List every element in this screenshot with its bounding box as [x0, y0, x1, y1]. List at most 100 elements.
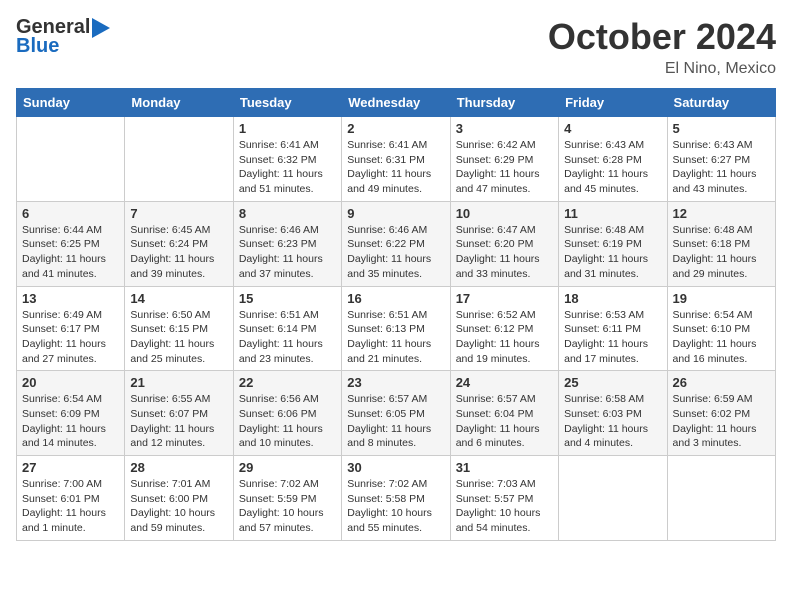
sunrise-text: Sunrise: 7:00 AM: [22, 478, 102, 490]
sunset-text: Sunset: 6:05 PM: [347, 408, 425, 420]
daylight-text: Daylight: 11 hours and 6 minutes.: [456, 423, 540, 450]
sunrise-text: Sunrise: 6:41 AM: [347, 139, 427, 151]
table-row: 6Sunrise: 6:44 AMSunset: 6:25 PMDaylight…: [17, 201, 125, 286]
header-sunday: Sunday: [17, 89, 125, 117]
daylight-text: Daylight: 11 hours and 27 minutes.: [22, 338, 106, 365]
table-row: 3Sunrise: 6:42 AMSunset: 6:29 PMDaylight…: [450, 117, 558, 202]
daylight-text: Daylight: 11 hours and 3 minutes.: [673, 423, 757, 450]
sunrise-text: Sunrise: 6:42 AM: [456, 139, 536, 151]
daylight-text: Daylight: 11 hours and 51 minutes.: [239, 168, 323, 195]
sunset-text: Sunset: 6:32 PM: [239, 154, 317, 166]
day-number: 13: [22, 291, 119, 306]
sunset-text: Sunset: 6:18 PM: [673, 238, 751, 250]
sunset-text: Sunset: 6:09 PM: [22, 408, 100, 420]
daylight-text: Daylight: 11 hours and 35 minutes.: [347, 253, 431, 280]
table-row: 16 Sunrise: 6:51 AMSunset: 6:13 PMDayligh…: [342, 286, 450, 371]
table-row: [17, 117, 125, 202]
sunset-text: Sunset: 6:13 PM: [347, 323, 425, 335]
sunset-text: Sunset: 6:02 PM: [673, 408, 751, 420]
page-header: General Blue October 2024 El Nino, Mexic…: [16, 16, 776, 78]
table-row: [125, 117, 233, 202]
table-row: 15Sunrise: 6:51 AMSunset: 6:14 PMDayligh…: [233, 286, 341, 371]
table-row: 31Sunrise: 7:03 AMSunset: 5:57 PMDayligh…: [450, 456, 558, 541]
daylight-text: Daylight: 11 hours and 41 minutes.: [22, 253, 106, 280]
day-number: 5: [673, 121, 770, 136]
sunset-text: Sunset: 6:24 PM: [130, 238, 208, 250]
day-number: 29: [239, 460, 336, 475]
daylight-text: Daylight: 10 hours and 55 minutes.: [347, 507, 432, 534]
day-number: 25: [564, 375, 661, 390]
table-row: 13Sunrise: 6:49 AMSunset: 6:17 PMDayligh…: [17, 286, 125, 371]
table-row: [667, 456, 775, 541]
day-detail: Sunrise: 6:43 AMSunset: 6:27 PMDaylight:…: [673, 138, 770, 197]
day-detail: Sunrise: 7:02 AMSunset: 5:58 PMDaylight:…: [347, 477, 444, 536]
calendar-header-row: Sunday Monday Tuesday Wednesday Thursday…: [17, 89, 776, 117]
sunrise-text: Sunrise: 7:01 AM: [130, 478, 210, 490]
sunset-text: Sunset: 6:06 PM: [239, 408, 317, 420]
sunset-text: Sunset: 6:17 PM: [22, 323, 100, 335]
day-detail: Sunrise: 7:02 AMSunset: 5:59 PMDaylight:…: [239, 477, 336, 536]
sunset-text: Sunset: 6:10 PM: [673, 323, 751, 335]
table-row: 5 Sunrise: 6:43 AMSunset: 6:27 PMDaylight…: [667, 117, 775, 202]
table-row: 24Sunrise: 6:57 AMSunset: 6:04 PMDayligh…: [450, 371, 558, 456]
sunrise-text: Sunrise: 6:50 AM: [130, 309, 210, 321]
table-row: 17 Sunrise: 6:52 AMSunset: 6:12 PMDayligh…: [450, 286, 558, 371]
daylight-text: Daylight: 11 hours and 10 minutes.: [239, 423, 323, 450]
table-row: 27Sunrise: 7:00 AMSunset: 6:01 PMDayligh…: [17, 456, 125, 541]
page-container: General Blue October 2024 El Nino, Mexic…: [0, 0, 792, 549]
calendar-week-2: 6Sunrise: 6:44 AMSunset: 6:25 PMDaylight…: [17, 201, 776, 286]
daylight-text: Daylight: 10 hours and 59 minutes.: [130, 507, 215, 534]
day-detail: Sunrise: 6:47 AMSunset: 6:20 PMDaylight:…: [456, 223, 553, 282]
day-number: 22: [239, 375, 336, 390]
sunset-text: Sunset: 5:59 PM: [239, 493, 317, 505]
sunrise-text: Sunrise: 6:45 AM: [130, 224, 210, 236]
title-block: October 2024 El Nino, Mexico: [548, 16, 776, 78]
day-number: 12: [673, 206, 770, 221]
day-detail: Sunrise: 6:41 AMSunset: 6:31 PMDaylight:…: [347, 138, 444, 197]
sunset-text: Sunset: 6:01 PM: [22, 493, 100, 505]
header-friday: Friday: [559, 89, 667, 117]
day-number: 17: [456, 291, 553, 306]
daylight-text: Daylight: 11 hours and 47 minutes.: [456, 168, 540, 195]
header-saturday: Saturday: [667, 89, 775, 117]
day-number: 3: [456, 121, 553, 136]
table-row: 26Sunrise: 6:59 AMSunset: 6:02 PMDayligh…: [667, 371, 775, 456]
table-row: 1Sunrise: 6:41 AMSunset: 6:32 PMDaylight…: [233, 117, 341, 202]
table-row: 18Sunrise: 6:53 AMSunset: 6:11 PMDayligh…: [559, 286, 667, 371]
daylight-text: Daylight: 11 hours and 12 minutes.: [130, 423, 214, 450]
sunset-text: Sunset: 6:14 PM: [239, 323, 317, 335]
day-number: 2: [347, 121, 444, 136]
sunset-text: Sunset: 6:25 PM: [22, 238, 100, 250]
day-number: 23: [347, 375, 444, 390]
sunrise-text: Sunrise: 6:57 AM: [456, 393, 536, 405]
sunset-text: Sunset: 6:00 PM: [130, 493, 208, 505]
day-number: 14: [130, 291, 227, 306]
day-detail: Sunrise: 6:58 AMSunset: 6:03 PMDaylight:…: [564, 392, 661, 451]
sunset-text: Sunset: 6:11 PM: [564, 323, 641, 335]
table-row: 14 Sunrise: 6:50 AMSunset: 6:15 PMDayligh…: [125, 286, 233, 371]
sunrise-text: Sunrise: 6:57 AM: [347, 393, 427, 405]
daylight-text: Daylight: 11 hours and 29 minutes.: [673, 253, 757, 280]
table-row: [559, 456, 667, 541]
sunset-text: Sunset: 6:28 PM: [564, 154, 642, 166]
sunrise-text: Sunrise: 6:52 AM: [456, 309, 536, 321]
day-detail: Sunrise: 7:00 AMSunset: 6:01 PMDaylight:…: [22, 477, 119, 536]
table-row: 25 Sunrise: 6:58 AMSunset: 6:03 PMDayligh…: [559, 371, 667, 456]
day-number: 9: [347, 206, 444, 221]
day-number: 20: [22, 375, 119, 390]
calendar-week-1: 1Sunrise: 6:41 AMSunset: 6:32 PMDaylight…: [17, 117, 776, 202]
day-number: 30: [347, 460, 444, 475]
day-detail: Sunrise: 6:50 AMSunset: 6:15 PMDaylight:…: [130, 308, 227, 367]
day-detail: Sunrise: 6:51 AMSunset: 6:13 PMDaylight:…: [347, 308, 444, 367]
day-number: 7: [130, 206, 227, 221]
day-number: 16: [347, 291, 444, 306]
table-row: 7Sunrise: 6:45 AMSunset: 6:24 PMDaylight…: [125, 201, 233, 286]
header-monday: Monday: [125, 89, 233, 117]
table-row: 22Sunrise: 6:56 AMSunset: 6:06 PMDayligh…: [233, 371, 341, 456]
table-row: 30 Sunrise: 7:02 AMSunset: 5:58 PMDayligh…: [342, 456, 450, 541]
day-detail: Sunrise: 6:52 AMSunset: 6:12 PMDaylight:…: [456, 308, 553, 367]
day-detail: Sunrise: 6:54 AMSunset: 6:09 PMDaylight:…: [22, 392, 119, 451]
sunset-text: Sunset: 5:58 PM: [347, 493, 425, 505]
sunset-text: Sunset: 5:57 PM: [456, 493, 534, 505]
sunrise-text: Sunrise: 6:54 AM: [22, 393, 102, 405]
